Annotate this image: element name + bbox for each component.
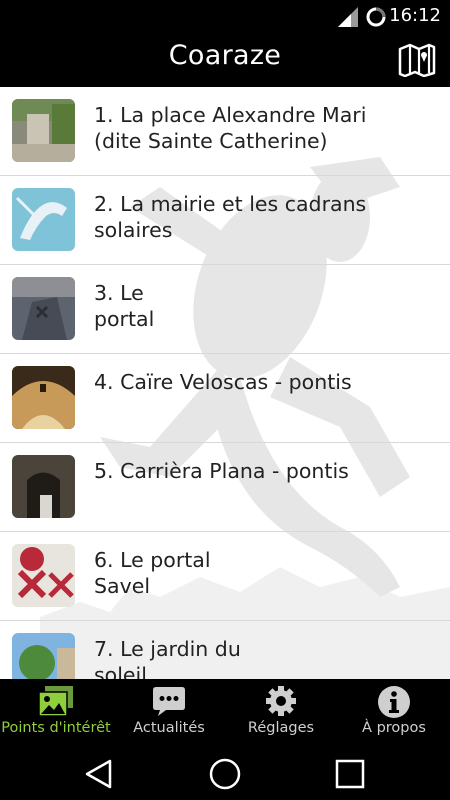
home-circle-icon [209,758,241,790]
signal-icon [338,7,358,27]
list-item[interactable]: 5. Carrièra Plana - pontis [0,443,450,532]
poi-thumbnail [12,366,75,429]
status-bar: 16:12 [0,0,450,33]
poi-label: 5. Carrièra Plana - pontis [94,459,349,483]
sync-icon [366,7,386,27]
tab-news[interactable]: Actualités [113,679,225,746]
recents-square-icon [335,759,365,789]
page-title: Coaraze [168,40,282,71]
poi-label: 7. Le jardin du soleil [94,637,241,679]
list-item[interactable]: 7. Le jardin du soleil [0,621,450,679]
list-item[interactable]: 1. La place Alexandre Mari (dite Sainte … [0,87,450,176]
system-nav-bar [0,746,450,800]
chat-bubble-icon [153,687,185,716]
poi-thumbnail [12,544,75,607]
poi-list-container[interactable]: 1. La place Alexandre Mari (dite Sainte … [0,87,450,679]
list-item[interactable]: 3. Le portal [0,265,450,354]
list-item[interactable]: 6. Le portal Savel [0,532,450,621]
home-button[interactable] [200,754,250,794]
tab-label: Points d'intérêt [1,720,111,736]
poi-thumbnail [12,99,75,162]
poi-label: 4. Caïre Veloscas - pontis [94,370,352,394]
status-time: 16:12 [389,5,441,26]
list-item[interactable]: 2. La mairie et les cadrans solaires [0,176,450,265]
list-item[interactable]: 4. Caïre Veloscas - pontis [0,354,450,443]
poi-label: 1. La place Alexandre Mari (dite Sainte … [94,103,367,153]
back-triangle-icon [85,759,112,789]
recents-button[interactable] [325,754,375,794]
poi-thumbnail [12,188,75,251]
back-button[interactable] [74,754,124,794]
tab-about[interactable]: À propos [338,679,450,746]
poi-label: 3. Le portal [94,281,155,331]
image-gallery-icon [38,686,73,717]
map-icon [398,43,436,78]
poi-label: 6. Le portal Savel [94,548,211,598]
map-button[interactable] [397,43,437,78]
tab-settings[interactable]: Réglages [225,679,337,746]
gear-icon [266,686,296,716]
poi-label: 2. La mairie et les cadrans solaires [94,192,367,242]
tab-label: À propos [362,720,426,736]
info-icon [378,686,410,718]
bottom-tab-bar: Points d'intérêt Actualités Réglages À p… [0,679,450,746]
tab-points-of-interest[interactable]: Points d'intérêt [0,679,112,746]
app-bar: Coaraze [0,33,450,87]
tab-label: Actualités [133,720,205,736]
poi-thumbnail [12,277,75,340]
tab-label: Réglages [247,720,315,736]
poi-thumbnail [12,455,75,518]
poi-list: 1. La place Alexandre Mari (dite Sainte … [0,87,450,679]
poi-thumbnail [12,633,75,679]
